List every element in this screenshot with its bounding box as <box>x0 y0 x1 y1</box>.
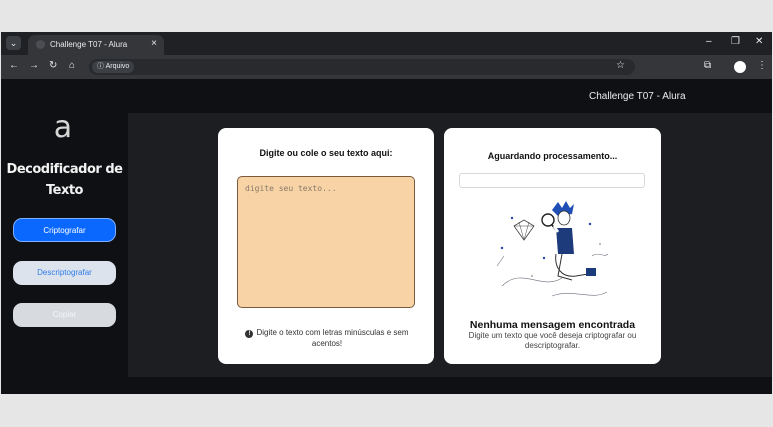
page-header-title: Challenge T07 - Alura <box>589 91 686 102</box>
output-heading: Aguardando processamento... <box>487 151 618 161</box>
profile-avatar[interactable] <box>734 61 746 73</box>
tab-strip: ⌄ Challenge T07 - Alura × – ❐ ✕ <box>1 32 772 55</box>
address-bar[interactable]: ⓘ Arquivo ☆ <box>89 59 635 75</box>
magnifier-icon <box>541 213 555 227</box>
exclamation-icon: ! <box>245 330 254 338</box>
input-card: Digite ou cole o seu texto aqui: !Digite… <box>218 128 434 364</box>
decrypt-button[interactable]: Descriptografar <box>13 261 116 285</box>
output-card: Aguardando processamento... Nenhuma mens… <box>444 128 661 364</box>
reload-icon[interactable]: ↻ <box>49 60 57 72</box>
input-hint: ! Digite o texto com letras minúsculas e … <box>236 327 418 349</box>
input-heading: Digite ou cole o seu texto aqui: <box>259 148 393 158</box>
page-viewport: Challenge T07 - Alura a Decodificador de… <box>1 79 772 394</box>
address-chip-label: Arquivo <box>105 63 130 70</box>
diamond-icon <box>513 219 535 241</box>
browser-toolbar: ← → ↻ ⌂ ⓘ Arquivo ☆ ⧉ ⋮ <box>1 55 772 79</box>
site-info-chip[interactable]: ⓘ Arquivo <box>92 61 135 73</box>
app-title: Decodificador de Texto <box>1 159 128 201</box>
app-title-line-1: Decodificador de <box>6 162 123 177</box>
back-icon[interactable]: ← <box>9 60 19 72</box>
menu-kebab-icon[interactable]: ⋮ <box>757 60 767 72</box>
hint-text: Digite o texto com letras minúsculas e s… <box>256 328 409 348</box>
empty-state-subtitle: Digite um texto que você deseja criptogr… <box>468 331 637 350</box>
alura-logo: a <box>53 110 73 145</box>
restore-icon[interactable]: ❐ <box>731 36 740 48</box>
browser-tab[interactable]: Challenge T07 - Alura × <box>28 35 164 55</box>
close-window-icon[interactable]: ✕ <box>755 36 763 48</box>
extensions-icon[interactable]: ⧉ <box>704 60 711 72</box>
copy-button[interactable]: Copiar <box>13 303 116 327</box>
home-icon[interactable]: ⌂ <box>69 60 75 72</box>
sidebar: a Decodificador de Texto Criptografar De… <box>1 113 128 373</box>
app-title-line-2: Texto <box>46 183 84 198</box>
bookmark-star-icon[interactable]: ☆ <box>616 60 625 71</box>
info-icon: ⓘ <box>97 63 106 70</box>
tab-favicon-icon <box>36 40 45 49</box>
detective-illustration <box>496 201 609 297</box>
tab-search-chevron-icon[interactable]: ⌄ <box>6 36 21 50</box>
browser-window: ⌄ Challenge T07 - Alura × – ❐ ✕ ← → ↻ ⌂ … <box>1 32 772 394</box>
text-input-area[interactable] <box>237 176 415 308</box>
main-content: Digite ou cole o seu texto aqui: !Digite… <box>128 113 772 377</box>
encrypt-button[interactable]: Criptografar <box>13 218 116 242</box>
empty-state-title: Nenhuma mensagem encontrada <box>469 319 636 331</box>
tab-close-icon[interactable]: × <box>151 38 157 49</box>
output-field[interactable] <box>459 173 645 188</box>
forward-icon[interactable]: → <box>29 60 39 72</box>
minimize-icon[interactable]: – <box>706 36 712 48</box>
tab-title: Challenge T07 - Alura <box>50 40 128 49</box>
